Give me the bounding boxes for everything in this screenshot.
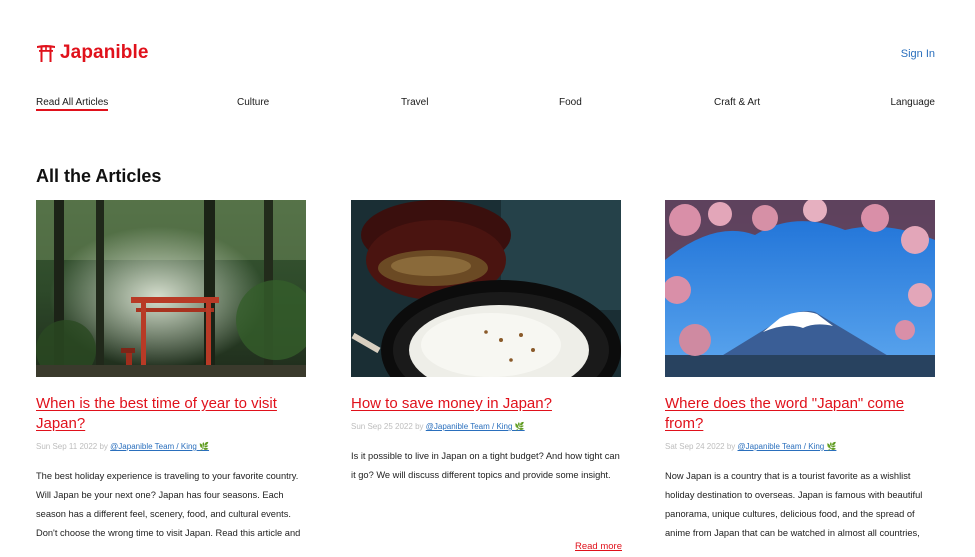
article-image-mount-fuji[interactable] [665, 200, 935, 377]
article-title: How to save money in Japan? [351, 394, 621, 414]
nav-item-culture[interactable]: Culture [237, 97, 269, 108]
main-nav: Read All Articles Culture Travel Food Cr… [36, 97, 935, 117]
nav-item-travel[interactable]: Travel [401, 97, 428, 108]
page-title: All the Articles [36, 166, 162, 186]
article-card: Where does the word "Japan" come from? S… [665, 200, 935, 543]
nav-item-language[interactable]: Language [891, 97, 936, 108]
article-by: by [99, 442, 108, 451]
article-excerpt: Now Japan is a country that is a tourist… [665, 471, 923, 538]
article-author-link[interactable]: @Japanible Team / King 🌿 [738, 442, 837, 451]
article-date: Sun Sep 11 2022 [36, 442, 98, 451]
article-card: How to save money in Japan? Sun Sep 25 2… [351, 200, 621, 485]
article-author-link[interactable]: @Japanible Team / King 🌿 [426, 422, 525, 431]
article-card: When is the best time of year to visit J… [36, 200, 306, 543]
nav-item-read-all-articles[interactable]: Read All Articles [36, 97, 109, 111]
article-by: by [726, 442, 736, 451]
article-meta: Sat Sep 24 2022 by @Japanible Team / Kin… [665, 442, 935, 451]
article-image-torii-forest[interactable] [36, 200, 306, 377]
article-title: Where does the word "Japan" come from? [665, 394, 935, 434]
article-excerpt: The best holiday experience is traveling… [36, 471, 301, 538]
article-excerpt: Is it possible to live in Japan on a tig… [351, 451, 620, 480]
nav-item-food[interactable]: Food [559, 97, 582, 108]
article-by: by [415, 422, 424, 431]
article-title: When is the best time of year to visit J… [36, 394, 306, 434]
article-title-link[interactable]: How to save money in Japan? [351, 395, 552, 412]
nav-item-craft-art[interactable]: Craft & Art [714, 97, 760, 108]
article-title-link[interactable]: Where does the word "Japan" come from? [665, 395, 904, 432]
site-header: Japanible Sign In [36, 40, 935, 70]
sign-in-link[interactable]: Sign In [901, 48, 935, 60]
article-image-rice-bowl[interactable] [351, 200, 621, 377]
article-date: Sun Sep 25 2022 [351, 422, 413, 431]
brand-logo[interactable]: Japanible [36, 42, 149, 64]
article-meta: Sun Sep 25 2022 by @Japanible Team / Kin… [351, 422, 621, 431]
torii-gate-icon [37, 45, 55, 62]
article-author-link[interactable]: @Japanible Team / King 🌿 [110, 442, 209, 451]
read-more-link[interactable]: Read more [575, 541, 622, 552]
article-meta: Sun Sep 11 2022 by @Japanible Team / Kin… [36, 442, 306, 451]
article-date: Sat Sep 24 2022 [665, 442, 725, 451]
article-title-link[interactable]: When is the best time of year to visit J… [36, 395, 277, 432]
brand-name: Japanible [60, 42, 149, 63]
